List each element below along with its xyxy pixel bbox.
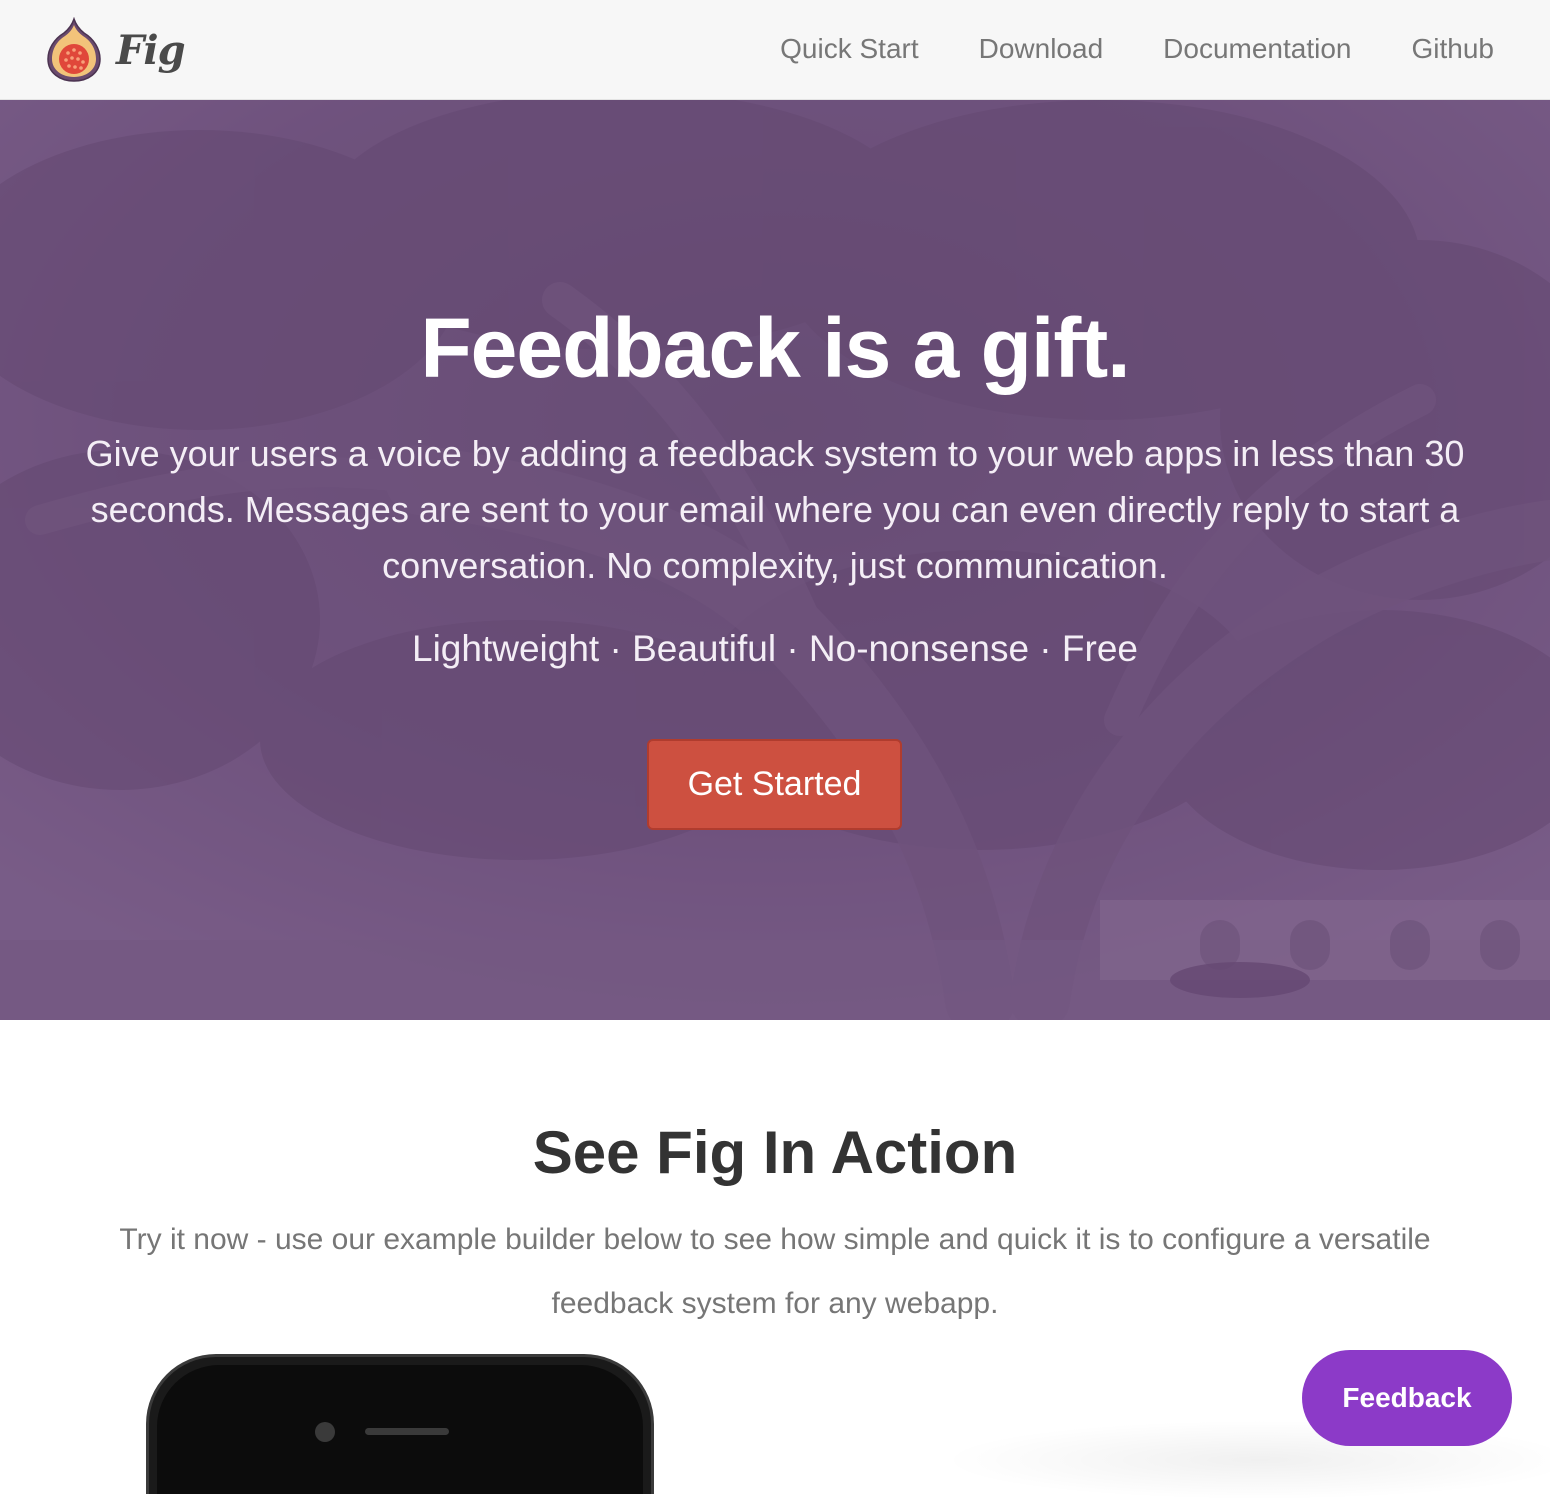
section-description: Try it now - use our example builder bel… — [119, 1223, 1431, 1320]
hero-tagline: Lightweight · Beautiful · No-nonsense · … — [412, 628, 1138, 669]
nav-links: Quick Start Download Documentation Githu… — [780, 0, 1494, 98]
hero-section: Feedback is a gift. Give your users a vo… — [0, 100, 1550, 1020]
phone-screen — [157, 1365, 643, 1494]
nav-item-github: Github — [1412, 33, 1495, 65]
phone-mockup — [146, 1354, 654, 1494]
nav-item-download: Download — [979, 33, 1104, 65]
phone-speaker — [365, 1428, 449, 1435]
navbar: Fig Quick Start Download Documentation G… — [0, 0, 1550, 100]
phone-camera — [315, 1422, 335, 1442]
feedback-button[interactable]: Feedback — [1302, 1350, 1512, 1446]
brand-link[interactable]: Fig — [46, 14, 186, 86]
hero-title: Feedback is a gift. — [420, 301, 1130, 395]
nav-item-documentation: Documentation — [1163, 33, 1351, 65]
section-title: See Fig In Action — [532, 1119, 1018, 1186]
nav-link-download[interactable]: Download — [979, 33, 1104, 64]
nav-item-quick-start: Quick Start — [780, 33, 918, 65]
nav-link-quick-start[interactable]: Quick Start — [780, 33, 918, 64]
nav-link-github[interactable]: Github — [1412, 33, 1495, 64]
nav-link-documentation[interactable]: Documentation — [1163, 33, 1351, 64]
get-started-button[interactable]: Get Started — [647, 739, 902, 830]
brand-name: Fig — [116, 26, 186, 74]
hero-lead: Give your users a voice by adding a feed… — [85, 433, 1465, 586]
fig-logo-icon — [47, 17, 101, 82]
